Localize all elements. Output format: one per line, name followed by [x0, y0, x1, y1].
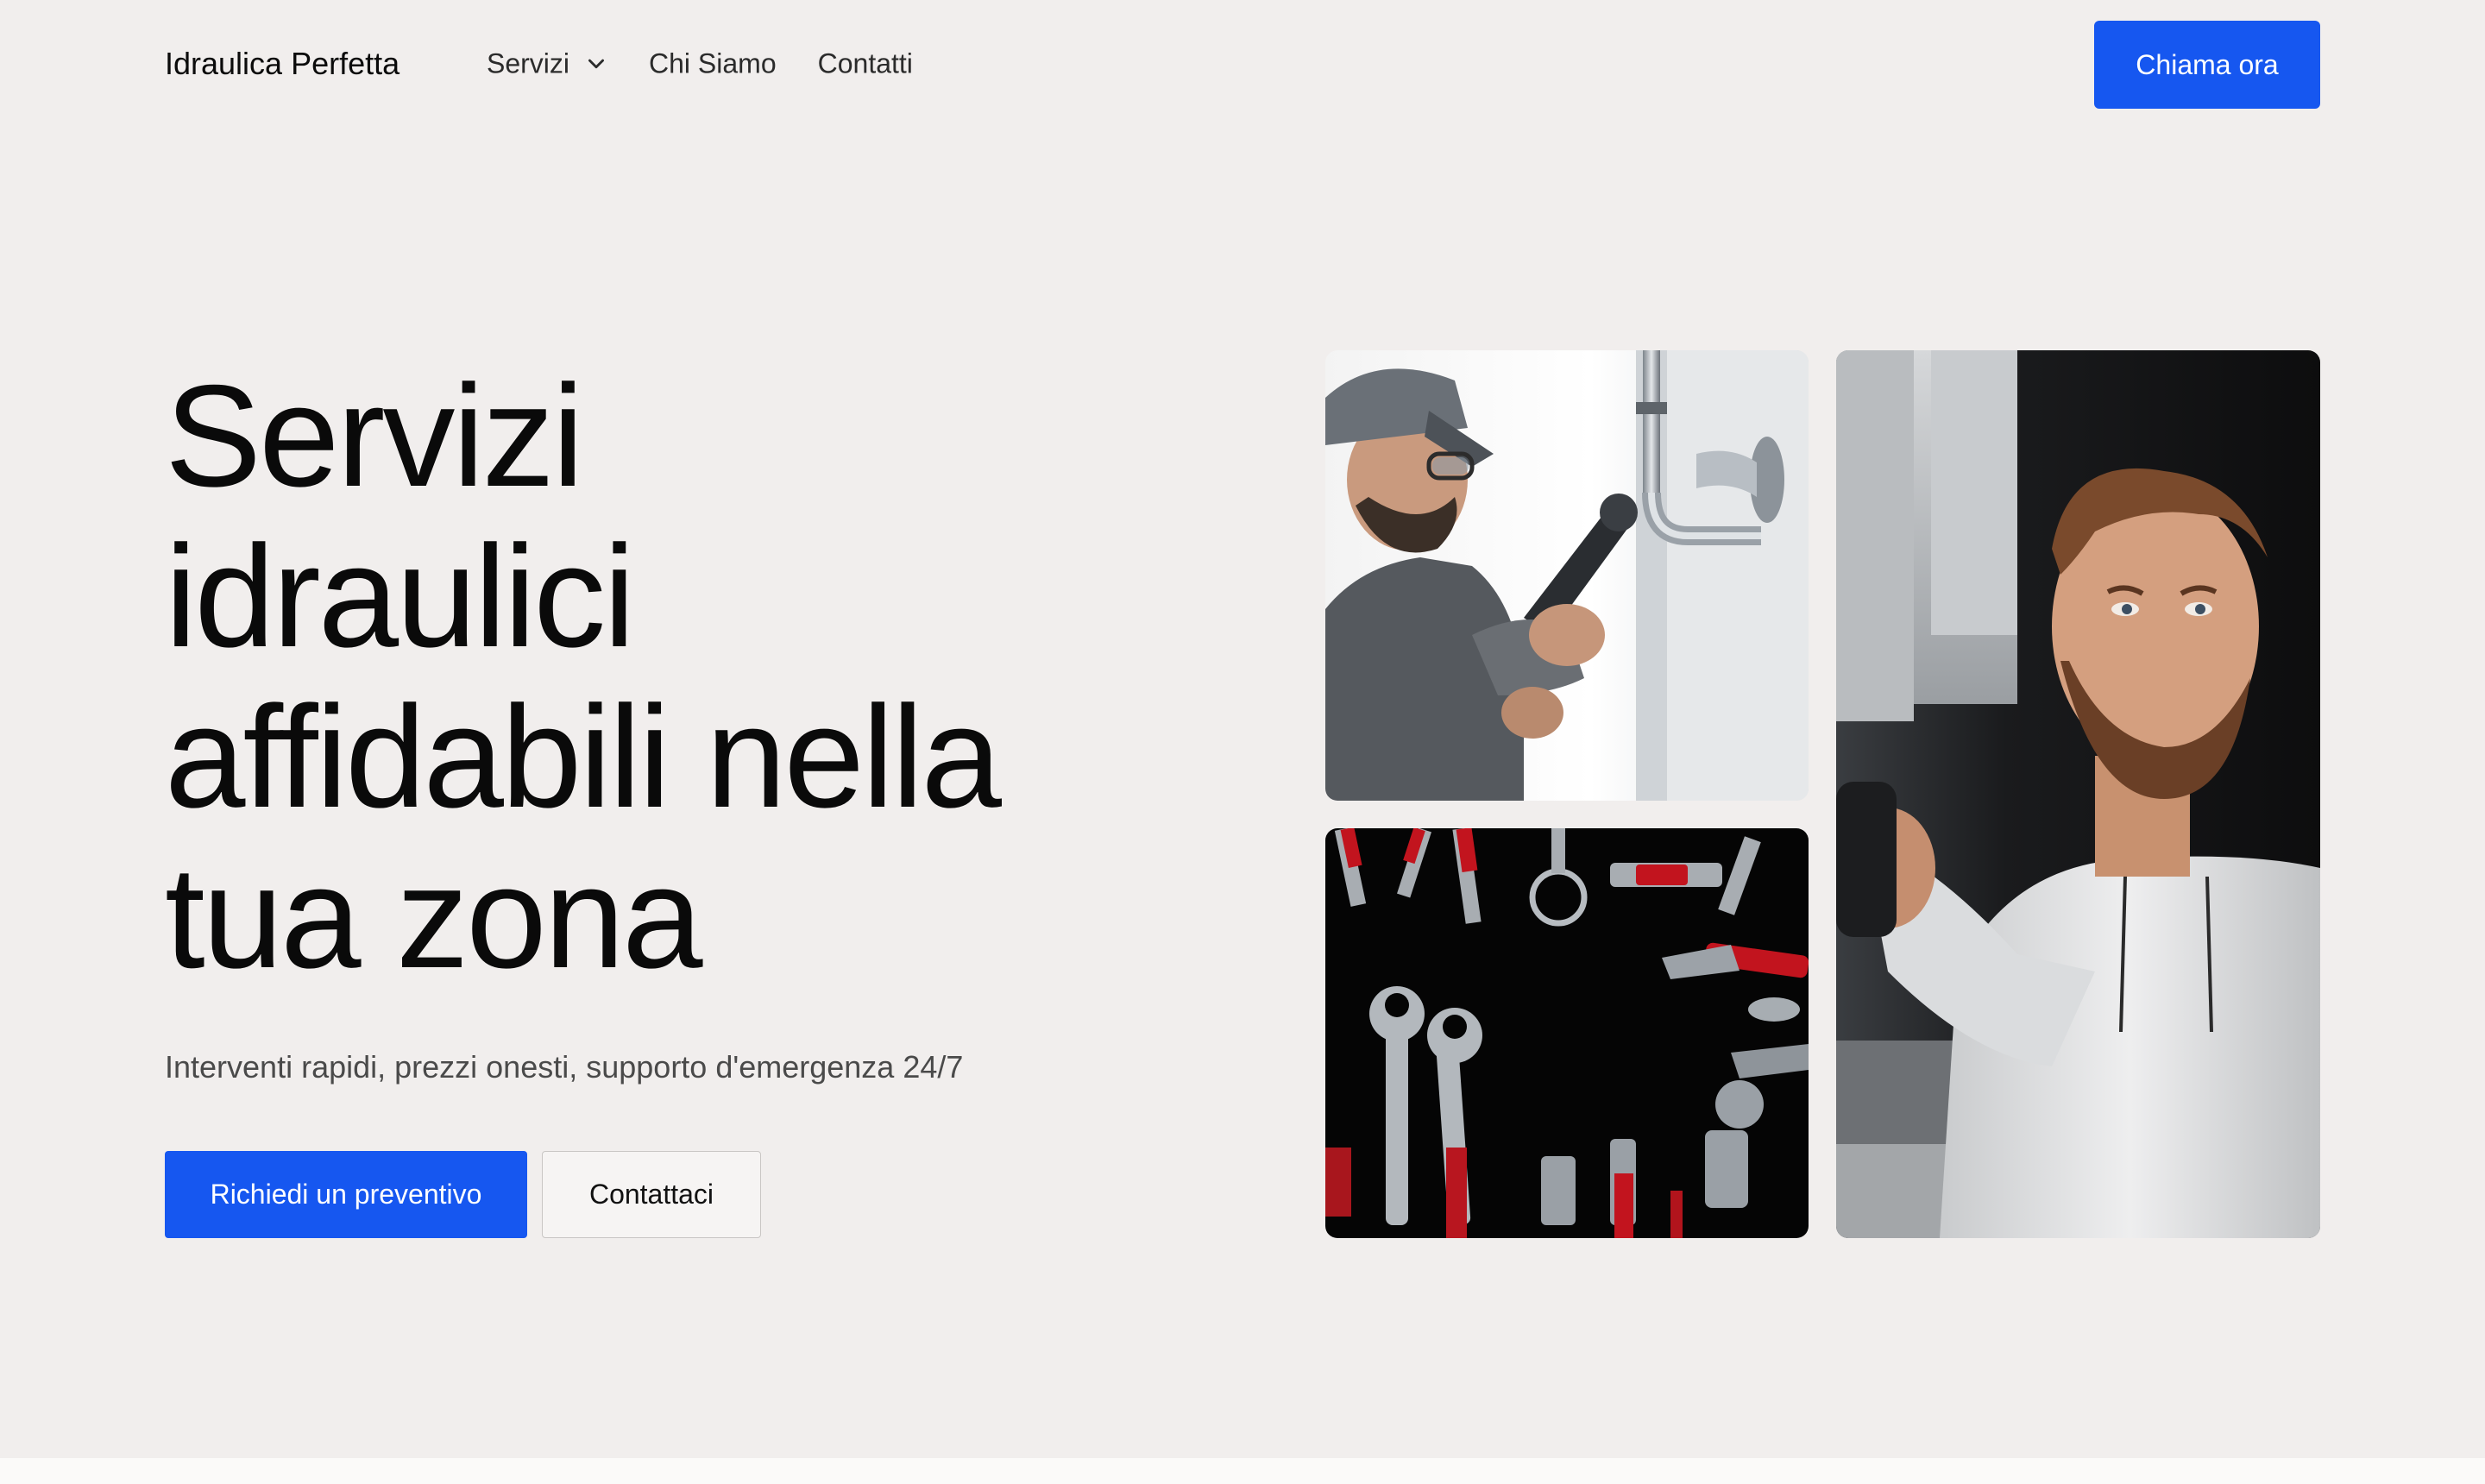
nav-item-label: Contatti [817, 47, 913, 79]
next-section-edge [0, 1458, 2485, 1484]
contact-us-button[interactable]: Contattaci [542, 1151, 761, 1238]
hero-buttons: Richiedi un preventivo Contattaci [165, 1151, 761, 1238]
nav-item-chi-siamo[interactable]: Chi Siamo [649, 48, 777, 80]
plumber-portrait-photo [1836, 350, 2320, 1238]
top-nav: Idraulica Perfetta Servizi Chi Siamo Con… [165, 21, 2320, 109]
hero-subtitle: Interventi rapidi, prezzi onesti, suppor… [165, 1049, 964, 1085]
brand-logo[interactable]: Idraulica Perfetta [165, 46, 399, 82]
page: Idraulica Perfetta Servizi Chi Siamo Con… [0, 0, 2485, 1458]
hero-title-line: Servizi [165, 355, 584, 517]
hero-title-line: affidabili nella [165, 676, 1002, 838]
chevron-down-icon [588, 59, 605, 68]
call-now-button[interactable]: Chiama ora [2094, 21, 2320, 109]
nav-links: Servizi Chi Siamo Contatti [487, 48, 913, 80]
nav-item-label: Servizi [487, 47, 570, 79]
hero-title: Servizi idraulici affidabili nella tua z… [165, 355, 1287, 997]
hero-title-line: tua zona [165, 836, 703, 998]
nav-item-servizi[interactable]: Servizi [487, 48, 607, 80]
nav-item-contatti[interactable]: Contatti [818, 48, 913, 80]
plumbing-tools-photo [1325, 828, 1809, 1238]
request-quote-button[interactable]: Richiedi un preventivo [165, 1151, 527, 1238]
plumber-fixing-pipe-photo [1325, 350, 1809, 801]
nav-item-label: Chi Siamo [649, 47, 777, 79]
hero-title-line: idraulici [165, 515, 636, 677]
